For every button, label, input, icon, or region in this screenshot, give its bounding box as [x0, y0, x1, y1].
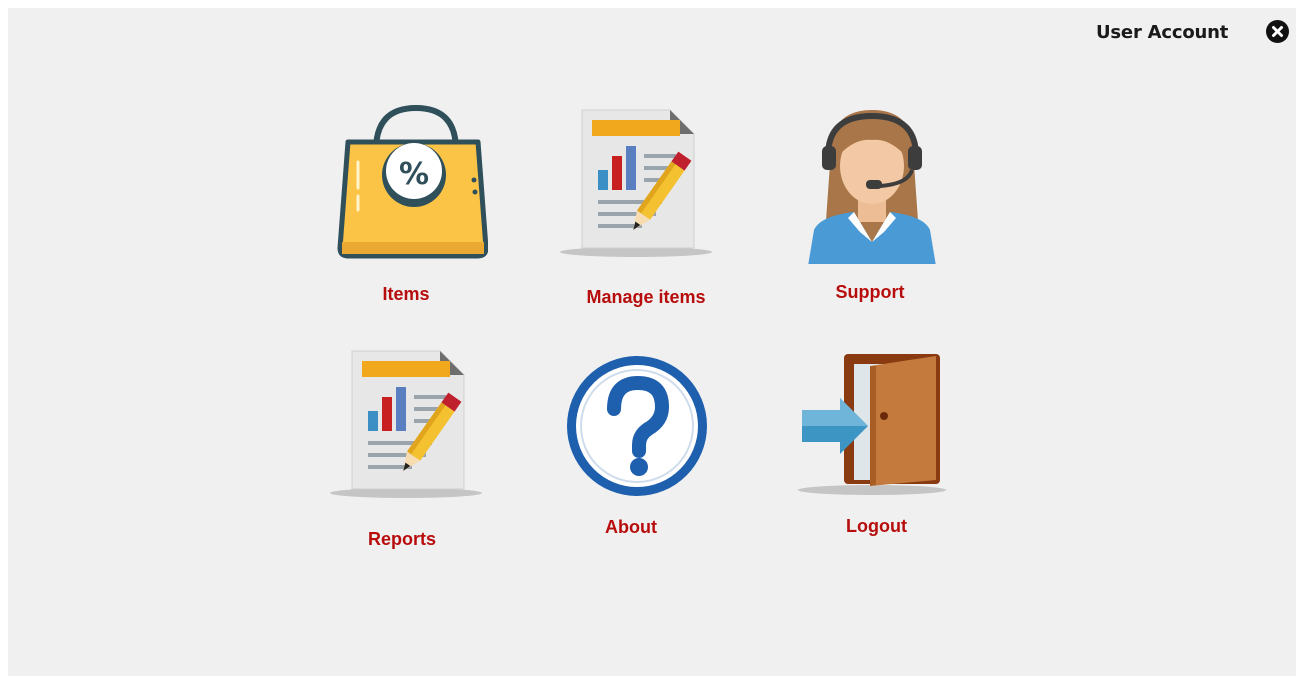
close-button[interactable]: [1266, 20, 1289, 43]
menu-label-manage-items: Manage items: [586, 287, 706, 307]
menu-label-logout: Logout: [846, 516, 907, 536]
menu-label-reports: Reports: [367, 529, 436, 549]
menu-tile-support[interactable]: Support: [802, 104, 952, 309]
menu-tile-logout[interactable]: Logout: [796, 352, 951, 547]
menu-tile-manage-items[interactable]: Manage items: [556, 104, 716, 309]
main-window: User Account % Items Manage items Suppor…: [8, 8, 1296, 676]
menu-tile-about[interactable]: About: [562, 353, 712, 548]
report-document-icon: [560, 109, 712, 257]
question-mark-icon: [567, 356, 707, 496]
menu-tile-items[interactable]: % Items: [318, 100, 498, 310]
user-account-label[interactable]: User Account: [1096, 22, 1228, 43]
shopping-bag-percent-icon: %: [337, 104, 488, 259]
support-agent-icon: [808, 110, 936, 264]
menu-label-support: Support: [835, 282, 905, 302]
report-document-icon: [330, 350, 482, 498]
close-icon: [1272, 26, 1283, 37]
logout-door-icon: [798, 354, 946, 495]
svg-text:%: %: [399, 157, 429, 192]
menu-tile-reports[interactable]: Reports: [326, 345, 486, 550]
menu-label-about: About: [605, 517, 657, 537]
menu-label-items: Items: [382, 284, 430, 304]
